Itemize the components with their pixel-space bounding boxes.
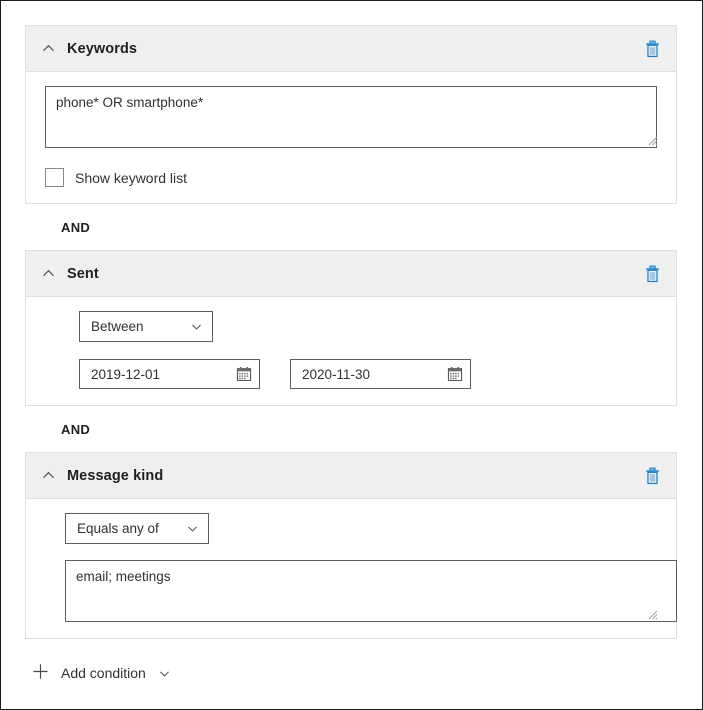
- condition-card-sent: Sent Between: [25, 250, 677, 406]
- trash-icon[interactable]: [638, 462, 666, 490]
- dropdown-value: Equals any of: [77, 521, 159, 536]
- trash-icon[interactable]: [638, 35, 666, 63]
- date-to-value: 2020-11-30: [302, 367, 370, 382]
- condition-body-sent: Between 2019-12-01: [26, 297, 676, 405]
- condition-header-message-kind: Message kind: [26, 453, 676, 499]
- condition-title: Sent: [67, 266, 99, 282]
- condition-body-message-kind: Equals any of: [26, 499, 676, 638]
- keywords-input[interactable]: [45, 86, 657, 148]
- date-to-input[interactable]: 2020-11-30: [290, 359, 471, 389]
- condition-builder-page: Keywords: [0, 0, 703, 710]
- chevron-down-icon: [168, 522, 199, 535]
- keywords-textarea-wrap: [45, 86, 660, 148]
- sent-operator-dropdown[interactable]: Between: [79, 311, 213, 342]
- condition-body-keywords: Show keyword list: [26, 72, 676, 203]
- show-keyword-list-checkbox[interactable]: Show keyword list: [45, 168, 187, 187]
- dropdown-value: Between: [91, 319, 144, 334]
- trash-icon[interactable]: [638, 260, 666, 288]
- date-from-value: 2019-12-01: [91, 367, 160, 382]
- condition-card-message-kind: Message kind Equals any of: [25, 452, 677, 639]
- add-condition-label: Add condition: [61, 665, 146, 681]
- chevron-down-icon: [158, 667, 171, 680]
- condition-card-keywords: Keywords: [25, 25, 677, 204]
- checkbox-label: Show keyword list: [75, 170, 187, 186]
- message-kind-operator-dropdown[interactable]: Equals any of: [65, 513, 209, 544]
- and-separator-1: AND: [25, 204, 677, 250]
- message-kind-input[interactable]: [65, 560, 677, 622]
- sent-date-range: 2019-12-01: [79, 359, 660, 389]
- add-condition-button[interactable]: Add condition: [32, 663, 171, 683]
- calendar-icon[interactable]: [236, 366, 252, 382]
- chevron-up-icon[interactable]: [35, 261, 61, 287]
- chevron-down-icon: [172, 320, 203, 333]
- and-separator-2: AND: [25, 406, 677, 452]
- checkbox-box: [45, 168, 64, 187]
- condition-header-sent: Sent: [26, 251, 676, 297]
- condition-title: Keywords: [67, 41, 137, 57]
- condition-header-keywords: Keywords: [26, 26, 676, 72]
- chevron-up-icon[interactable]: [35, 36, 61, 62]
- date-from-input[interactable]: 2019-12-01: [79, 359, 260, 389]
- condition-builder: Keywords: [25, 25, 677, 683]
- condition-title: Message kind: [67, 468, 163, 484]
- plus-icon: [32, 663, 49, 683]
- message-kind-textarea-wrap: [65, 560, 660, 622]
- chevron-up-icon[interactable]: [35, 463, 61, 489]
- calendar-icon[interactable]: [447, 366, 463, 382]
